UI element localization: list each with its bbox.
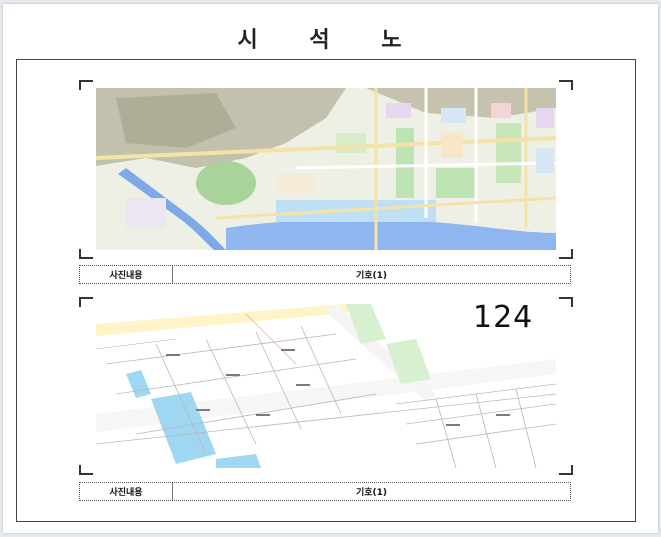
crop-mark [559,249,573,259]
page-title: 시 석 노 [237,28,424,53]
caption-value: 기호(1) [355,488,388,498]
caption-value: 기호(1) [355,271,388,281]
document-sheet: 시 석 노 사진내용 기호(1) 124 사진내용 기호(1) [3,4,658,533]
crop-mark [79,249,93,259]
crop-mark [79,297,93,307]
location-map-image [96,88,556,250]
location-map-photo [96,88,556,250]
crop-mark [559,80,573,90]
crop-mark [79,80,93,90]
crop-mark [559,297,573,307]
lot-number: 124 [473,300,534,335]
caption-label: 사진내용 [80,266,173,283]
crop-mark [79,465,93,475]
photo-caption: 사진내용 기호(1) [79,265,571,284]
crop-mark [559,465,573,475]
caption-label: 사진내용 [80,483,173,500]
photo-caption: 사진내용 기호(1) [79,482,571,501]
